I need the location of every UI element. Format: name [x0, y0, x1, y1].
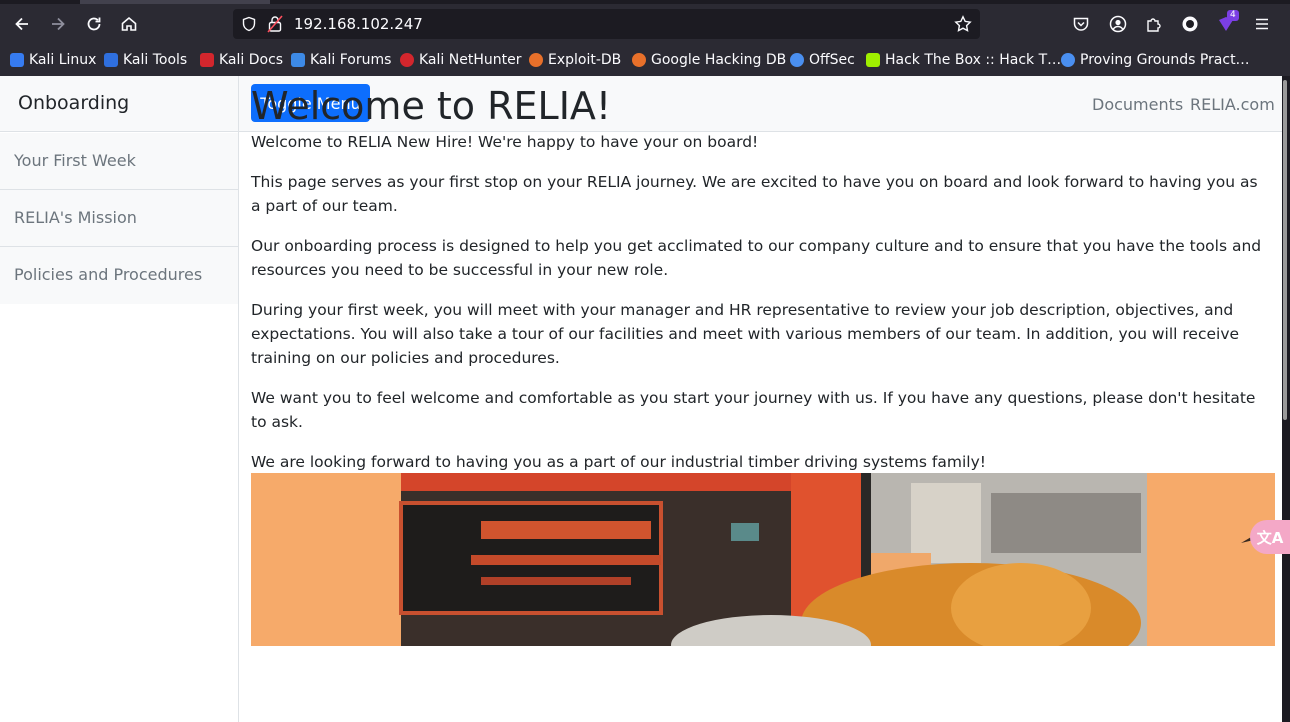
extension-circle-button[interactable] [1176, 10, 1204, 38]
extensions-button[interactable] [1140, 10, 1168, 38]
kali-dragon-icon [10, 53, 24, 67]
main-content: Welcome to RELIA! Welcome to RELIA New H… [251, 80, 1271, 490]
bookmark-kali-linux[interactable]: Kali Linux [10, 51, 96, 69]
puzzle-icon [1147, 18, 1161, 32]
pocket-button[interactable] [1067, 10, 1095, 38]
shield-icon[interactable] [241, 16, 257, 32]
browser-toolbar: 192.168.102.247 4 [0, 4, 1290, 44]
translate-button[interactable]: 文A [1250, 520, 1290, 554]
sidebar: Onboarding Your First Week RELIA's Missi… [0, 76, 239, 722]
sidebar-item-label: Policies and Procedures [14, 265, 203, 284]
paragraph: We are looking forward to having you as … [251, 453, 986, 471]
hero-image [251, 473, 1275, 646]
sidebar-item-relias-mission[interactable]: RELIA's Mission [0, 190, 238, 247]
timber-machinery-image [251, 473, 1275, 646]
pocket-icon [1073, 17, 1089, 31]
home-icon [121, 16, 137, 31]
circle-extension-icon [1182, 16, 1198, 32]
account-icon [1109, 15, 1127, 33]
page-scrollbar[interactable] [1282, 76, 1290, 722]
account-button[interactable] [1104, 10, 1132, 38]
sidebar-item-policies-and-procedures[interactable]: Policies and Procedures [0, 247, 238, 304]
bookmark-google-hacking-db[interactable]: Google Hacking DB [632, 51, 786, 69]
htb-cube-icon [866, 53, 880, 67]
sidebar-item-label: Your First Week [14, 151, 136, 170]
bookmark-kali-forums[interactable]: Kali Forums [291, 51, 391, 69]
hamburger-menu-icon [1256, 18, 1268, 30]
bookmark-kali-nethunter[interactable]: Kali NetHunter [400, 51, 521, 69]
back-button[interactable] [8, 10, 36, 38]
arrow-left-icon [15, 17, 28, 31]
kali-tools-icon [104, 53, 118, 67]
paragraph: We want you to feel welcome and comforta… [251, 389, 1256, 431]
paragraph: Our onboarding process is designed to he… [251, 237, 1262, 279]
forward-button[interactable] [44, 10, 72, 38]
reload-button[interactable] [80, 10, 108, 38]
url-bar[interactable]: 192.168.102.247 [233, 9, 980, 39]
url-text[interactable]: 192.168.102.247 [294, 15, 423, 33]
bookmark-proving-grounds[interactable]: Proving Grounds Pract… [1061, 51, 1250, 69]
exploitdb-icon [529, 53, 543, 67]
nethunter-icon [400, 53, 414, 67]
bookmark-exploit-db[interactable]: Exploit-DB [529, 51, 621, 69]
app-menu-button[interactable] [1248, 10, 1276, 38]
bookmark-star-icon[interactable] [954, 15, 972, 33]
sidebar-heading-text: Onboarding [18, 92, 130, 114]
kali-forums-icon [291, 53, 305, 67]
translate-icon: 文A [1256, 528, 1284, 547]
kali-docs-icon [200, 53, 214, 67]
arrow-right-icon [52, 17, 65, 31]
offsec-icon [790, 53, 804, 67]
sidebar-item-label: RELIA's Mission [14, 208, 137, 227]
paragraph: Welcome to RELIA New Hire! We're happy t… [251, 133, 759, 151]
paragraph: During your first week, you will meet wi… [251, 301, 1240, 367]
bookmark-offsec[interactable]: OffSec [790, 51, 855, 69]
home-button[interactable] [115, 10, 143, 38]
extension-badge-button[interactable]: 4 [1212, 10, 1240, 38]
page-title: Welcome to RELIA! [251, 84, 612, 128]
scrollbar-thumb[interactable] [1283, 80, 1287, 420]
ghdb-icon [632, 53, 646, 67]
extension-badge-count: 4 [1227, 10, 1239, 21]
offsec-icon [1061, 53, 1075, 67]
sidebar-item-your-first-week[interactable]: Your First Week [0, 133, 238, 190]
insecure-lock-icon[interactable] [267, 15, 283, 33]
reload-icon [87, 17, 101, 31]
bookmark-kali-docs[interactable]: Kali Docs [200, 51, 283, 69]
bookmark-kali-tools[interactable]: Kali Tools [104, 51, 187, 69]
paragraph: This page serves as your first stop on y… [251, 173, 1258, 215]
bookmarks-toolbar: Kali Linux Kali Tools Kali Docs Kali For… [0, 44, 1290, 77]
sidebar-heading: Onboarding [0, 76, 238, 132]
bookmark-hack-the-box[interactable]: Hack The Box :: Hack T… [866, 51, 1061, 69]
